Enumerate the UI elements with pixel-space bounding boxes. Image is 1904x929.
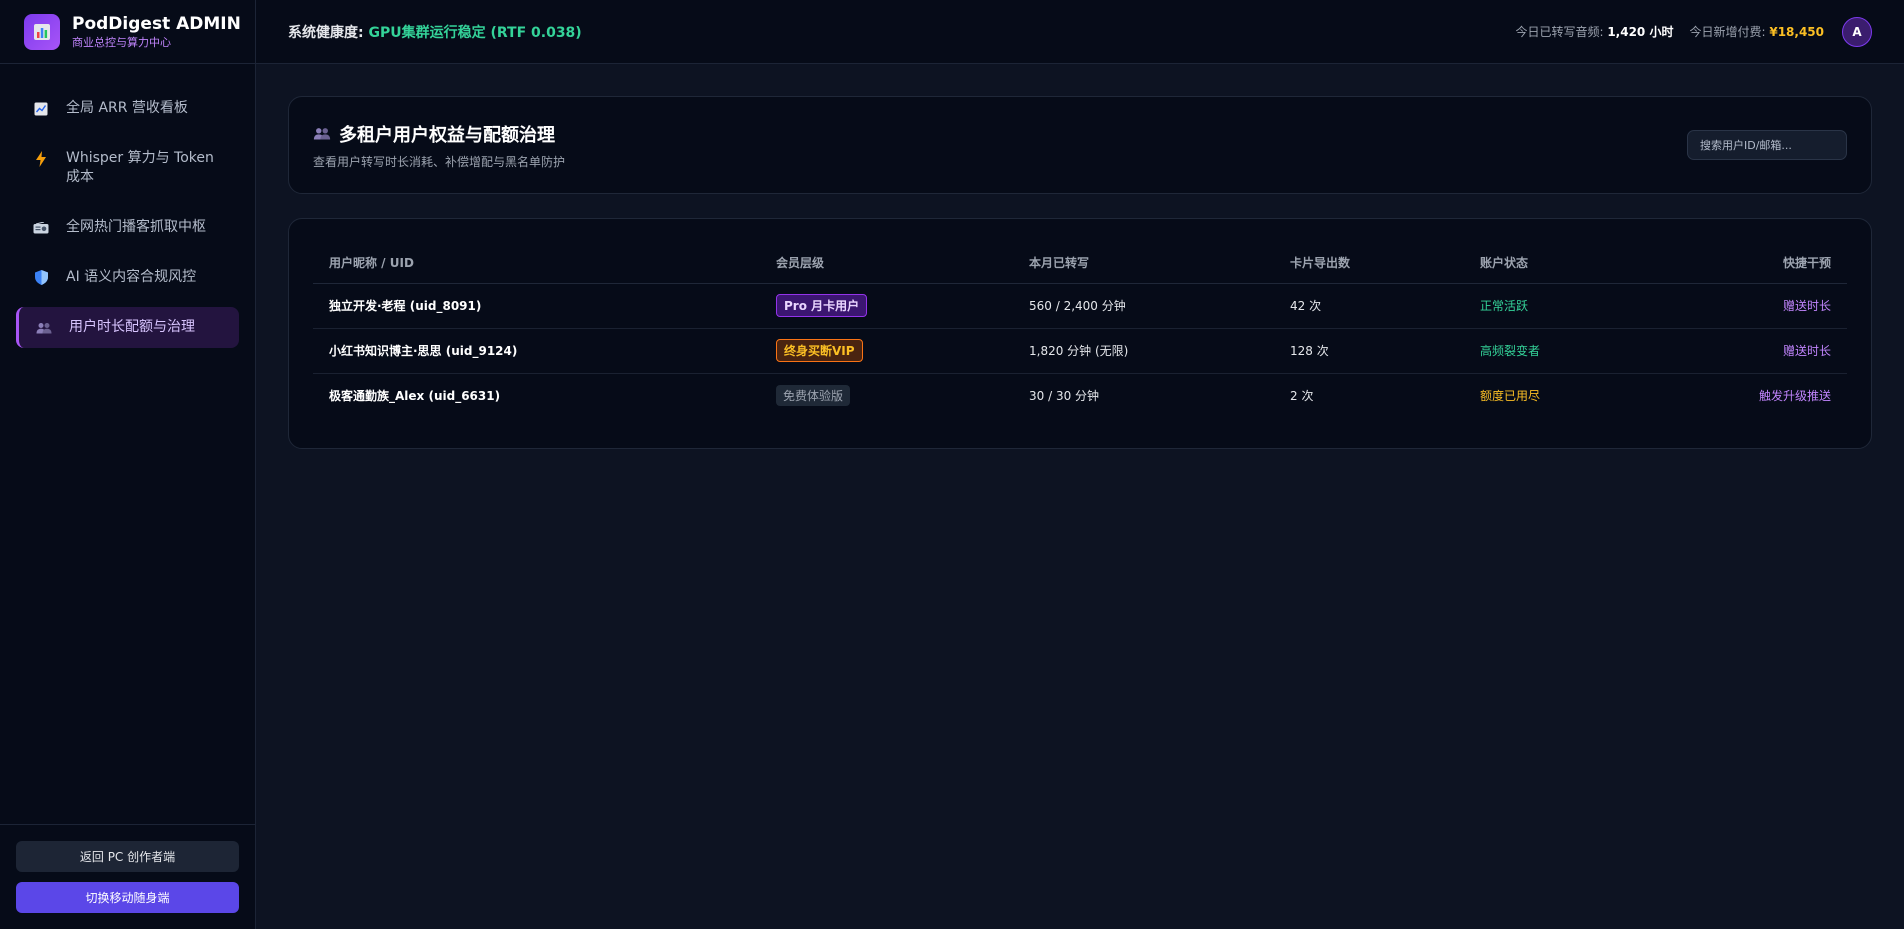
sidebar-footer: 返回 PC 创作者端 切换移动随身端 [0, 824, 255, 929]
col-tier: 会员层级 [760, 243, 1013, 284]
audio-stat-label: 今日已转写音频: [1515, 25, 1604, 39]
sidebar-item-whisper-cost[interactable]: Whisper 算力与 Token 成本 [16, 138, 239, 198]
table-header-row: 用户昵称 / UID 会员层级 本月已转写 卡片导出数 账户状态 快捷干预 [313, 243, 1847, 284]
sidebar-item-label: 全网热门播客抓取中枢 [66, 219, 206, 235]
table-row: 极客通勤族_Alex (uid_6631) 免费体验版 30 / 30 分钟 2… [313, 373, 1847, 418]
sidebar-item-podcast-crawler[interactable]: 全网热门播客抓取中枢 [16, 207, 239, 248]
users-icon [313, 127, 331, 140]
back-to-pc-button[interactable]: 返回 PC 创作者端 [16, 841, 239, 872]
sidebar: PodDigest ADMIN 商业总控与算力中心 全局 ARR 营收看板 Wh… [0, 0, 256, 929]
users-icon [33, 318, 55, 337]
tier-badge: 免费体验版 [776, 385, 851, 407]
trend-chart-icon [30, 99, 52, 118]
payment-stat-value: ¥18,450 [1769, 25, 1824, 39]
payment-stat: 今日新增付费: ¥18,450 [1689, 23, 1824, 40]
status-cell: 额度已用尽 [1480, 389, 1541, 404]
used-cell: 30 / 30 分钟 [1029, 389, 1100, 404]
tier-cell: 终身买断VIP [760, 328, 1013, 374]
status-cell: 正常活跃 [1464, 283, 1684, 329]
sidebar-nav: 全局 ARR 营收看板 Whisper 算力与 Token 成本 全网热门播客抓… [0, 64, 255, 348]
col-exports: 卡片导出数 [1274, 243, 1464, 284]
audio-stat: 今日已转写音频: 1,420 小时 [1515, 23, 1673, 40]
payment-stat-label: 今日新增付费: [1689, 25, 1766, 39]
gift-time-link[interactable]: 赠送时长 [1684, 283, 1847, 329]
sidebar-item-label: Whisper 算力与 Token 成本 [66, 150, 214, 185]
gift-time-link[interactable]: 赠送时长 [1684, 328, 1847, 374]
page-header-card: 多租户用户权益与配额治理 查看用户转写时长消耗、补偿增配与黑名单防护 [288, 96, 1872, 194]
tier-badge: 终身买断VIP [776, 339, 863, 362]
brand-title: PodDigest ADMIN [72, 13, 241, 34]
col-status: 账户状态 [1464, 243, 1684, 284]
main-content: 多租户用户权益与配额治理 查看用户转写时长消耗、补偿增配与黑名单防护 用户昵称 … [288, 96, 1872, 449]
switch-mobile-button[interactable]: 切换移动随身端 [16, 882, 239, 913]
topbar-stats: 今日已转写音频: 1,420 小时 今日新增付费: ¥18,450 A [1515, 16, 1872, 47]
sidebar-item-label: 全局 ARR 营收看板 [66, 100, 188, 116]
user-table: 用户昵称 / UID 会员层级 本月已转写 卡片导出数 账户状态 快捷干预 独立… [313, 243, 1847, 418]
health-value: GPU集群运行稳定 (RTF 0.038) [368, 24, 582, 41]
user-name: 小红书知识博主·思思 (uid_9124) [313, 328, 760, 374]
exports-cell: 128 次 [1274, 328, 1464, 374]
table-row: 独立开发·老程 (uid_8091) Pro 月卡用户 560 / 2,400 … [313, 283, 1847, 329]
sidebar-item-compliance[interactable]: AI 语义内容合规风控 [16, 257, 239, 298]
col-user: 用户昵称 / UID [313, 243, 760, 284]
upgrade-push-link[interactable]: 触发升级推送 [1684, 373, 1847, 418]
tier-cell: 免费体验版 [760, 373, 1013, 418]
used-cell: 560 / 2,400 分钟 [1013, 283, 1274, 329]
avatar[interactable]: A [1842, 16, 1872, 47]
status-cell: 高频裂变者 [1464, 328, 1684, 374]
topbar: 系统健康度: GPU集群运行稳定 (RTF 0.038) 今日已转写音频: 1,… [256, 0, 1904, 64]
sidebar-item-label: 用户时长配额与治理 [69, 319, 195, 335]
brand-subtitle: 商业总控与算力中心 [72, 35, 171, 49]
page-title-text: 多租户用户权益与配额治理 [339, 124, 555, 146]
health-label: 系统健康度: [288, 24, 364, 41]
bar-chart-icon [24, 13, 60, 50]
search-input[interactable] [1687, 130, 1847, 160]
used-cell: 1,820 分钟 (无限) [1013, 328, 1274, 374]
shield-icon [30, 268, 52, 287]
user-name: 独立开发·老程 (uid_8091) [313, 283, 760, 329]
exports-cell: 2 次 [1290, 389, 1314, 404]
exports-cell: 42 次 [1274, 283, 1464, 329]
sidebar-item-label: AI 语义内容合规风控 [66, 269, 197, 285]
system-health: 系统健康度: GPU集群运行稳定 (RTF 0.038) [288, 22, 582, 42]
user-table-card: 用户昵称 / UID 会员层级 本月已转写 卡片导出数 账户状态 快捷干预 独立… [288, 218, 1872, 449]
page-title: 多租户用户权益与配额治理 [313, 121, 565, 147]
user-name: 极客通勤族_Alex (uid_6631) [329, 389, 501, 404]
col-used: 本月已转写 [1013, 243, 1274, 284]
page-subtitle: 查看用户转写时长消耗、补偿增配与黑名单防护 [313, 154, 566, 169]
tier-cell: Pro 月卡用户 [760, 283, 1013, 329]
tier-badge: Pro 月卡用户 [776, 294, 868, 317]
radio-icon [30, 218, 52, 237]
table-row: 小红书知识博主·思思 (uid_9124) 终身买断VIP 1,820 分钟 (… [313, 328, 1847, 374]
col-action: 快捷干预 [1684, 243, 1847, 284]
lightning-icon [30, 149, 52, 168]
sidebar-item-arr-dashboard[interactable]: 全局 ARR 营收看板 [16, 88, 239, 129]
audio-stat-value: 1,420 小时 [1607, 25, 1674, 39]
sidebar-item-user-quota[interactable]: 用户时长配额与治理 [16, 307, 239, 348]
brand: PodDigest ADMIN 商业总控与算力中心 [0, 0, 255, 64]
